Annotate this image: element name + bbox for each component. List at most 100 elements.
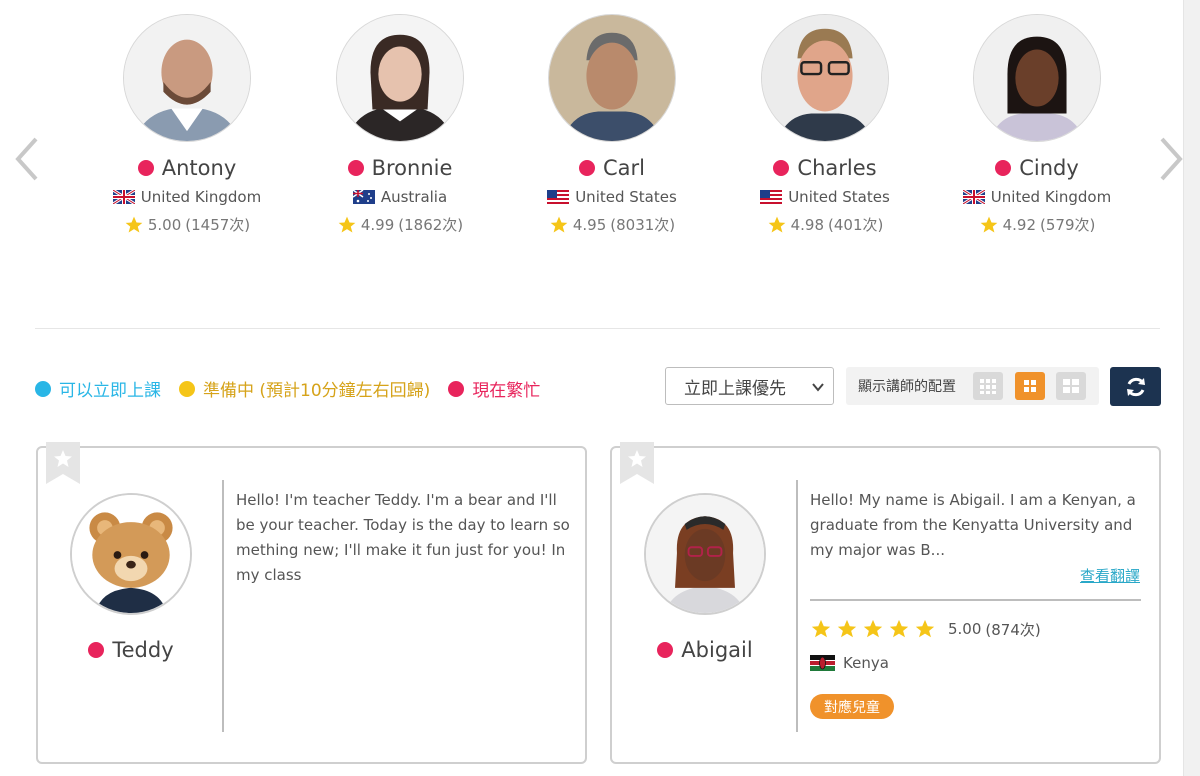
teacher-lesson-count: (1862次) [398,216,464,234]
teacher-country: United States [575,188,677,206]
bookmark-star-icon[interactable] [46,442,80,484]
star-icon [125,216,143,232]
teacher-rating: 5.00 [147,215,182,234]
kenya-flag-icon [810,655,835,671]
carousel-teacher-card[interactable]: Cindy United Kingdom 4.92 (579次) [931,14,1143,235]
kids-badge: 對應兒童 [810,694,894,719]
teacher-rating: 4.92 [1002,215,1037,234]
star-icon [811,619,831,638]
bookmark-star-icon[interactable] [620,442,654,484]
uk-flag-icon [962,190,985,204]
star-icon [980,216,997,232]
legend-preparing-label: 準備中 (預計10分鐘左右回歸) [203,381,431,401]
card-divider [796,480,798,732]
teacher-bio: Hello! I'm teacher Teddy. I'm a bear and… [236,491,570,584]
legend-available: 可以立即上課 [35,376,161,401]
teacher-country: United Kingdom [140,188,262,206]
teacher-name: Carl [603,156,645,180]
teacher-card[interactable]: Teddy Hello! I'm teacher Teddy. I'm a be… [36,442,587,764]
layout-medium-button[interactable] [1015,372,1045,400]
teacher-photo[interactable] [123,14,251,142]
teacher-lesson-count: (401次) [828,216,884,234]
status-dot [137,160,154,176]
grid-large-icon [1063,379,1079,393]
chevron-down-icon [812,383,824,392]
carousel-teacher-card[interactable]: Antony United Kingdom 5.00 (1457次) [81,14,293,235]
teacher-country-row: Kenya [810,654,889,672]
us-flag-icon [760,190,783,204]
carousel-teacher-card[interactable]: Bronnie Australia 4.99 (1862次) [294,14,506,235]
carousel-teacher-card[interactable]: Charles United States 4.98 (401次) [719,14,931,235]
teacher-name: Charles [797,156,877,180]
star-icon [863,619,883,638]
status-dot-busy [448,380,465,397]
sort-select[interactable]: 立即上課優先 [665,367,834,405]
status-dot [657,642,674,658]
teacher-carousel: Antony United Kingdom 5.00 (1457次) Bronn… [0,0,1183,250]
translate-link[interactable]: 查看翻譯 [1080,565,1140,586]
grid-medium-icon [1024,380,1036,392]
carousel-prev-button[interactable] [12,135,42,183]
carousel-next-button[interactable] [1156,135,1186,183]
star-icon [768,216,785,232]
sort-select-value: 立即上課優先 [684,378,786,399]
teacher-name: Antony [161,156,237,180]
legend-available-label: 可以立即上課 [59,381,161,401]
grid-small-icon [980,379,996,394]
status-dot-preparing [179,380,195,397]
star-icon [837,619,857,638]
teacher-country: Kenya [843,654,889,672]
carousel-teacher-card[interactable]: Carl United States 4.95 (8031次) [506,14,718,235]
status-dot [88,642,105,658]
star-icon [915,619,935,638]
teacher-name: Bronnie [371,156,453,180]
teacher-photo[interactable] [644,493,766,615]
teacher-lesson-count: (8031次) [610,216,676,234]
chevron-left-icon [15,137,38,181]
rating-row: 5.00 (874次) [810,618,1041,640]
refresh-icon [1126,377,1145,396]
teacher-card[interactable]: Abigail Hello! My name is Abigail. I am … [610,442,1161,764]
teacher-photo[interactable] [336,14,464,142]
star-icon [550,216,568,232]
scrollbar[interactable] [1183,0,1200,776]
status-legend: 可以立即上課 準備中 (預計10分鐘左右回歸) 現在繁忙 [35,376,540,401]
star-icon [889,619,909,638]
teacher-rating: 4.95 [572,215,607,234]
teacher-lesson-count: (1457次) [185,216,251,234]
teacher-name: Teddy [112,638,174,662]
teacher-country: United Kingdom [990,188,1112,206]
layout-large-button[interactable] [1056,372,1086,400]
star-icon [338,216,356,232]
teacher-country: United States [788,188,890,206]
us-flag-icon [547,190,570,204]
teacher-rating: 4.98 [790,215,825,234]
teacher-photo[interactable] [548,14,676,142]
status-dot [347,160,364,176]
refresh-button[interactable] [1110,367,1161,406]
status-dot-available [35,380,51,397]
status-dot [995,160,1012,176]
teacher-photo[interactable] [70,493,192,615]
teacher-lesson-count: (874次) [985,620,1041,639]
layout-small-button[interactable] [973,372,1003,400]
chevron-right-icon [1160,137,1183,181]
teacher-country: Australia [380,188,448,206]
card-hdivider [810,599,1141,601]
layout-label: 顯示講師的配置 [858,379,956,395]
section-divider [35,328,1160,329]
legend-preparing: 準備中 (預計10分鐘左右回歸) [179,376,430,401]
layout-switcher: 顯示講師的配置 [846,367,1099,405]
teacher-lesson-count: (579次) [1040,216,1096,234]
status-dot [579,160,595,176]
australia-flag-icon [352,190,375,204]
legend-busy-label: 現在繁忙 [472,381,541,401]
teacher-rating: 5.00 [948,620,982,638]
teacher-name: Abigail [681,638,753,662]
teacher-name: Cindy [1019,156,1079,180]
teacher-photo[interactable] [973,14,1101,142]
uk-flag-icon [112,190,135,204]
teacher-photo[interactable] [761,14,889,142]
legend-busy: 現在繁忙 [448,376,540,401]
status-dot [773,160,790,176]
